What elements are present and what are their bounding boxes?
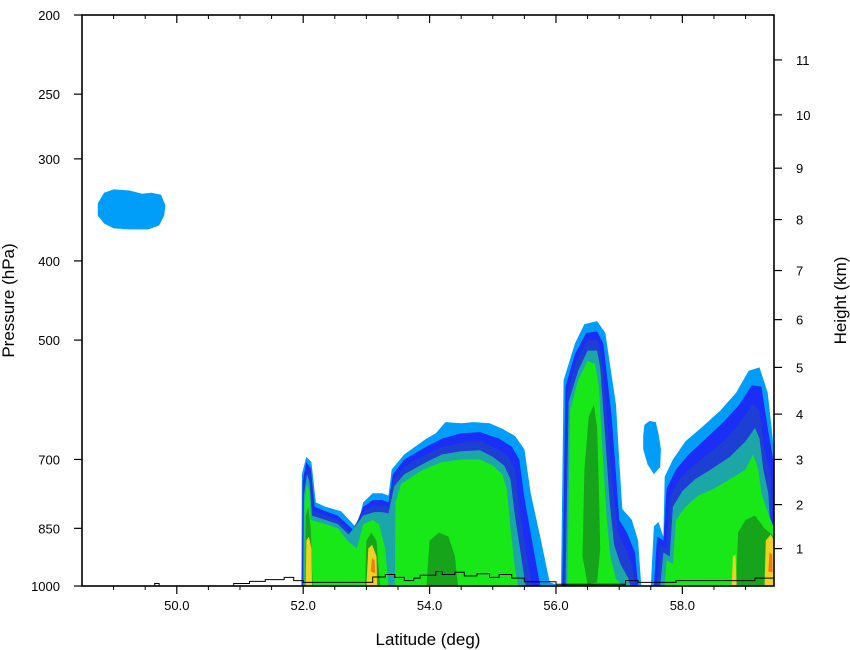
y-tick-label: 250 xyxy=(38,87,60,102)
y-tick-label: 850 xyxy=(38,521,60,536)
y2-tick-label: 7 xyxy=(796,264,803,279)
y2-tick-label: 1 xyxy=(796,542,803,557)
x-tick-label: 56.0 xyxy=(543,598,568,613)
y2-axis-ticks: 1 2 3 4 5 6 7 8 9 10 11 xyxy=(774,53,810,557)
x-tick-label: 58.0 xyxy=(670,598,695,613)
x-tick-label: 54.0 xyxy=(417,598,442,613)
y-tick-label: 500 xyxy=(38,333,60,348)
y-tick-label: 400 xyxy=(38,254,60,269)
y2-tick-label: 11 xyxy=(796,53,810,68)
y2-tick-label: 3 xyxy=(796,452,803,467)
y-tick-label: 300 xyxy=(38,152,60,167)
y2-tick-label: 4 xyxy=(796,407,803,422)
y2-tick-label: 9 xyxy=(796,161,803,176)
y-axis-ticks: 1000 850 700 500 400 300 250 200 xyxy=(31,8,82,594)
x-axis-title: Latitude (deg) xyxy=(376,630,481,649)
y-tick-label: 700 xyxy=(38,452,60,467)
y-tick-label: 200 xyxy=(38,8,60,23)
contour-green-54 xyxy=(394,459,519,586)
y-tick-label: 1000 xyxy=(31,579,60,594)
y2-tick-label: 8 xyxy=(796,213,803,228)
contour-chart: 50.0 52.0 54.0 56.0 58.0 1000 850 700 500 400 300… xyxy=(0,8,850,649)
y2-tick-label: 5 xyxy=(796,360,803,375)
y2-tick-label: 6 xyxy=(796,313,803,328)
y2-tick-label: 2 xyxy=(796,498,803,513)
x-tick-label: 50.0 xyxy=(164,598,189,613)
contour-regions xyxy=(97,189,774,586)
y2-tick-label: 10 xyxy=(796,108,810,123)
y2-axis-title: Height (km) xyxy=(831,257,850,345)
contour-small-patch-57.5 xyxy=(643,420,661,475)
x-tick-label: 52.0 xyxy=(291,598,316,613)
y-axis-title: Pressure (hPa) xyxy=(0,243,18,357)
contour-upper-patch xyxy=(97,189,166,230)
